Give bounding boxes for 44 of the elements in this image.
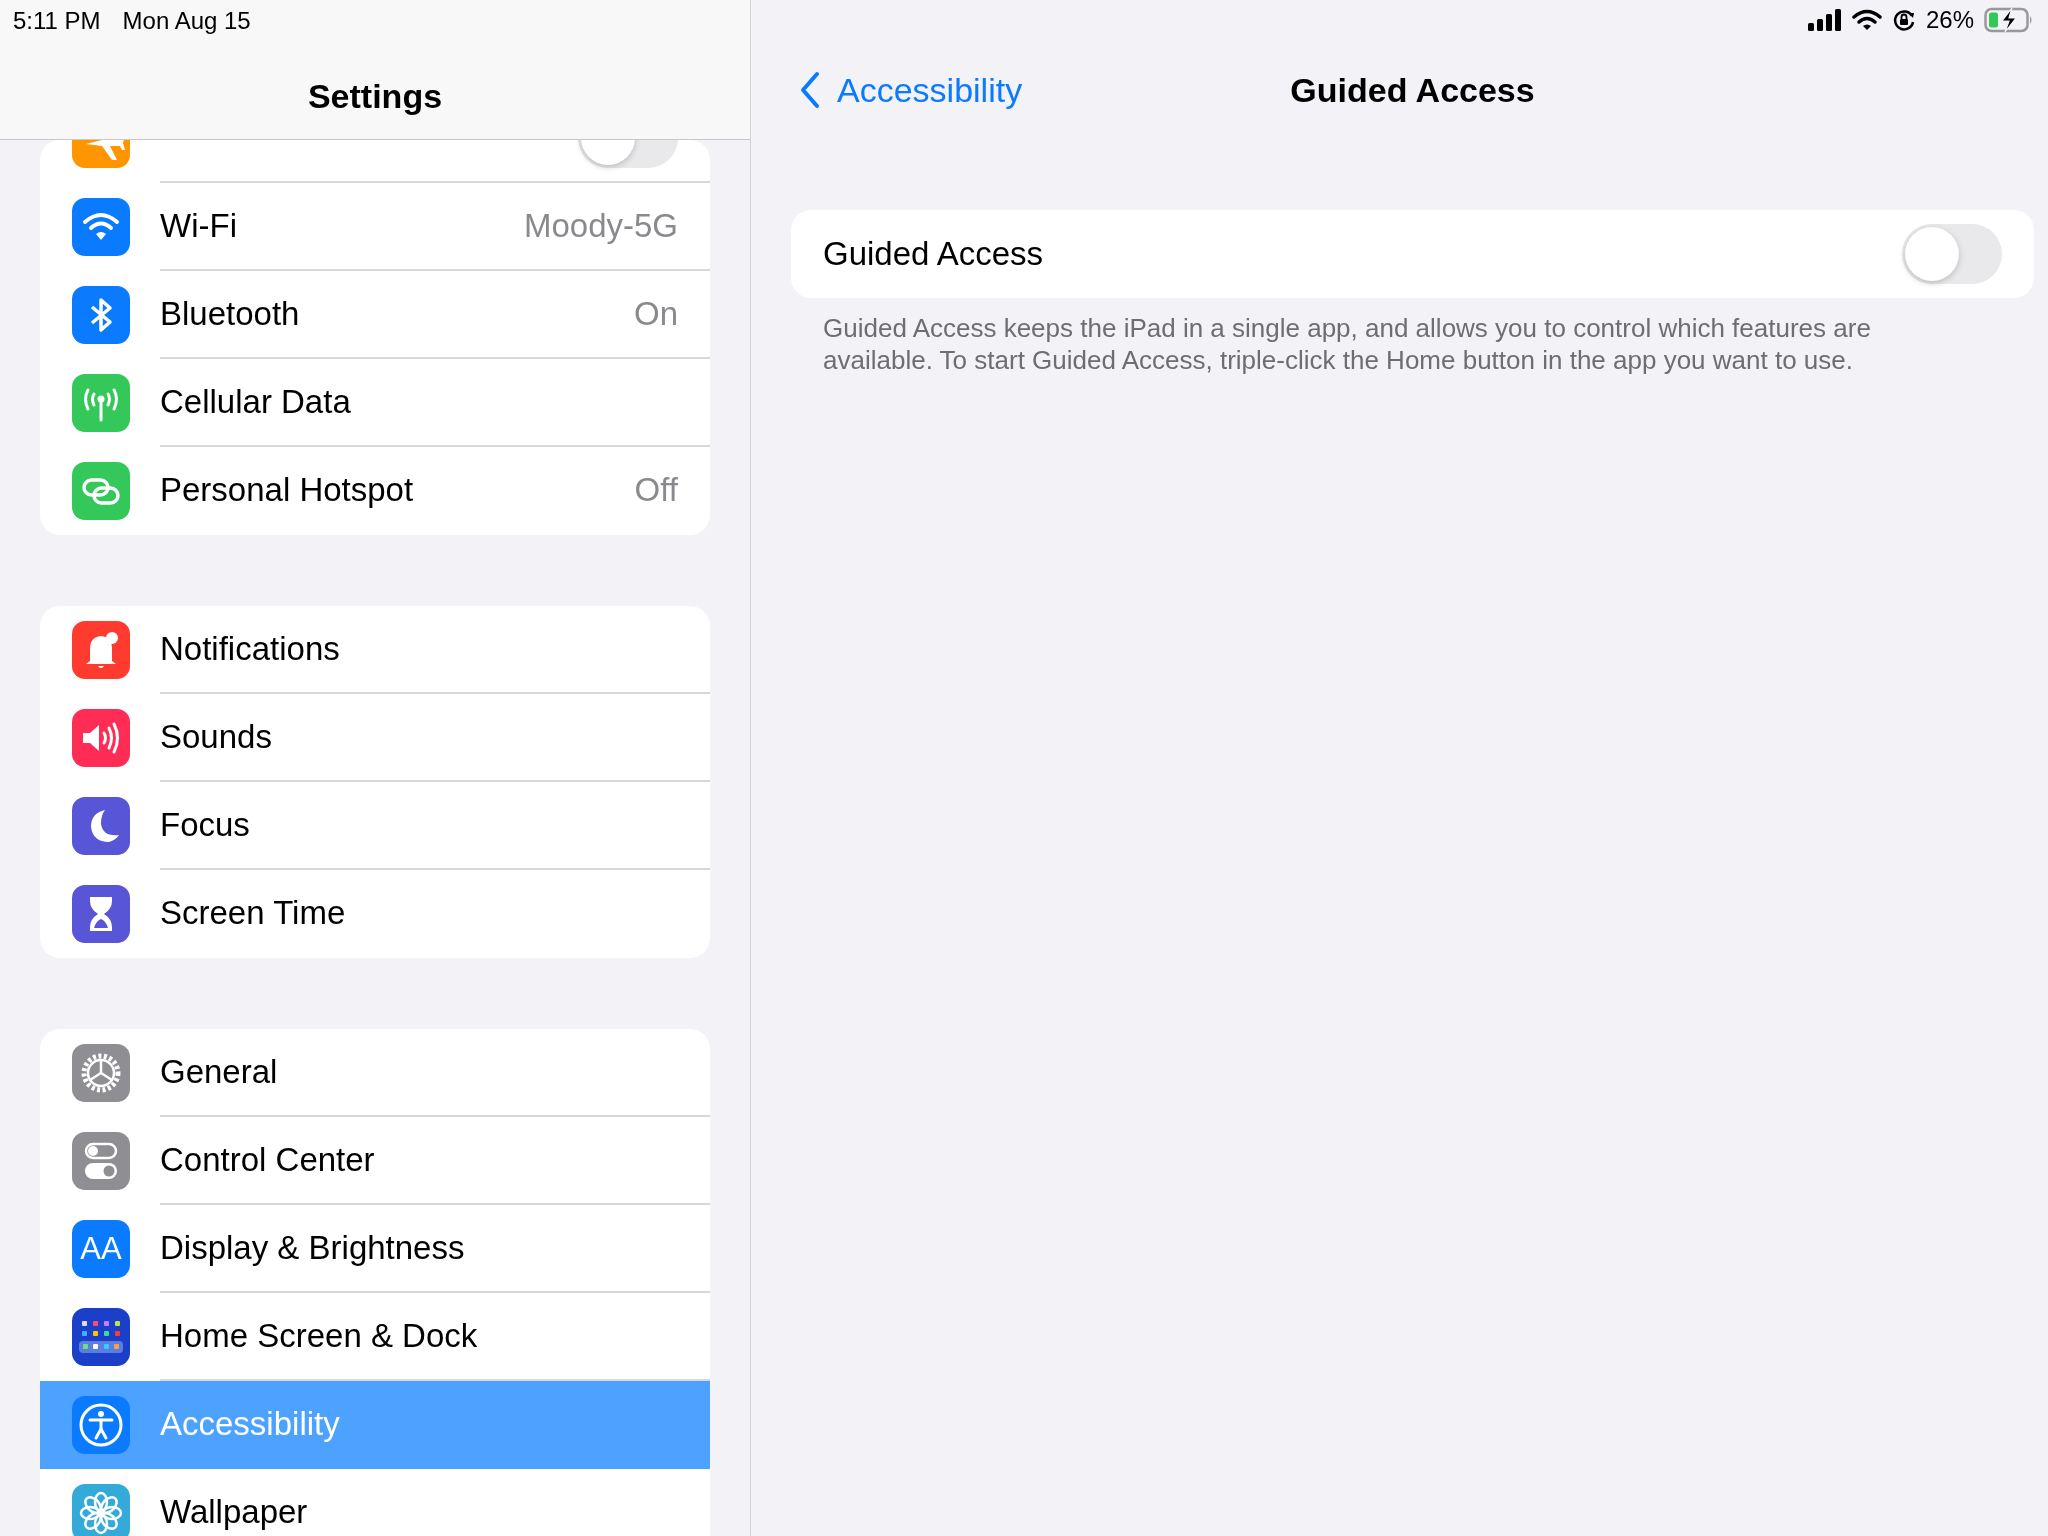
wifi-icon [1851,9,1882,31]
settings-row[interactable]: Notifications [40,606,710,694]
row-label: Wi-Fi [160,207,237,245]
row-label: Notifications [160,630,340,668]
row-label: Home Screen & Dock [160,1317,478,1355]
settings-row[interactable]: Wallpaper [40,1469,710,1536]
row-label: Personal Hotspot [160,471,414,509]
row-label: Focus [160,806,250,844]
chevron-left-icon [799,71,821,109]
row-label: Control Center [160,1141,375,1179]
row-label: Display & Brightness [160,1229,465,1267]
row-label: General [160,1053,278,1091]
settings-row[interactable]: General [40,1029,710,1117]
footnote-text: Guided Access keeps the iPad in a single app, and allows you to control which features are available. To start Guided Access, triple-click the Home button in the app you want to use. [823,312,1872,376]
row-label: Guided Access [823,235,1044,273]
signal-icon [1807,9,1842,31]
settings-row[interactable]: Bluetooth On [40,271,710,359]
back-link[interactable]: Accessibility [799,70,1023,110]
settings-row[interactable]: Focus [40,782,710,870]
rotation-lock-icon [1891,8,1916,32]
page-title: Guided Access [1290,70,1535,110]
status-date: Mon Aug 15 [122,7,251,35]
settings-row[interactable]: Wi-Fi Moody-5G [40,183,710,271]
battery-percent: 26% [1925,6,1974,34]
battery-charging-icon [1984,7,2034,33]
row-value: Off [634,471,678,509]
row-label: Bluetooth [160,295,300,333]
settings-row[interactable]: Personal Hotspot Off [40,447,710,535]
settings-row[interactable]: Sounds [40,694,710,782]
row-label: Sounds [160,718,272,756]
row-label: Cellular Data [160,383,351,421]
row-value: Moody-5G [523,207,678,245]
row-value: On [633,295,678,333]
settings-row[interactable]: Cellular Data [40,359,710,447]
settings-row[interactable]: AA Display & Brightness [40,1205,710,1293]
toggle-switch[interactable] [1902,224,2002,284]
row-label: Accessibility [160,1405,340,1443]
text-size-icon: AA [72,1220,130,1278]
settings-row[interactable]: Control Center [40,1117,710,1205]
row-label: Screen Time [160,894,346,932]
sidebar-title: Settings [306,77,444,116]
settings-row[interactable]: Screen Time [40,870,710,958]
row-label: Wallpaper [160,1493,308,1531]
status-time: 5:11 PM [13,7,101,35]
